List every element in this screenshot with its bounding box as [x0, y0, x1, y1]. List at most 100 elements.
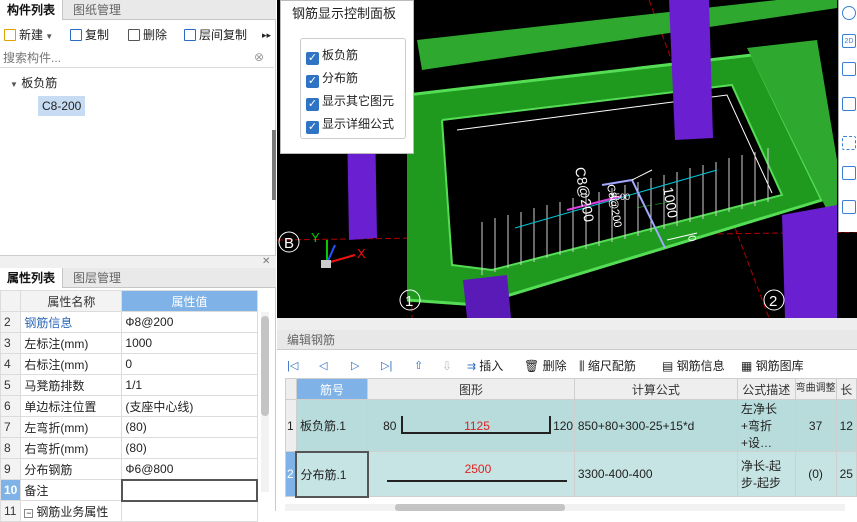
insert-label: 插入: [479, 359, 504, 373]
checkbox-show-other-elements[interactable]: ✓ 显示其它图元: [306, 93, 394, 111]
delete-button[interactable]: 删除: [128, 26, 167, 44]
orbit-icon[interactable]: [842, 6, 856, 20]
first-record-icon[interactable]: |◁: [287, 358, 298, 374]
bend-adjust-cell[interactable]: (0): [794, 451, 837, 497]
property-value[interactable]: Ф6@800: [121, 458, 258, 480]
property-scrollbar[interactable]: [261, 312, 269, 492]
search-input[interactable]: [0, 48, 240, 67]
formula-cell[interactable]: 850+80+300-25+15*d: [573, 399, 739, 452]
check-icon: ✓: [306, 98, 319, 111]
header-property-name: 属性名称: [20, 290, 123, 312]
shape-cell[interactable]: 80 1125 120: [367, 399, 575, 452]
move-up-icon[interactable]: ⇧: [414, 358, 423, 374]
property-group-name[interactable]: − 钢筋业务属性: [20, 500, 123, 522]
axis-x-label: X: [357, 246, 366, 261]
scroll-thumb[interactable]: [395, 504, 565, 511]
tab-layer-management[interactable]: 图层管理: [66, 268, 128, 288]
trash-icon: [128, 29, 140, 41]
scroll-thumb[interactable]: [261, 316, 269, 416]
chevron-down-icon: ▼: [10, 80, 18, 89]
property-row[interactable]: 3 左标注(mm) 1000: [0, 332, 258, 354]
move-down-icon[interactable]: ⇩: [442, 358, 452, 374]
3d-box-icon[interactable]: [842, 166, 856, 180]
tree-node-parent[interactable]: ▼ 板负筋: [10, 74, 57, 91]
property-tabbar: 属性列表 图层管理: [0, 268, 276, 288]
box-view-icon[interactable]: [842, 97, 856, 111]
property-row[interactable]: 8 右弯折(mm) (80): [0, 437, 258, 459]
length-cell: 12: [835, 399, 857, 452]
insert-button[interactable]: ⇉ 插入: [467, 358, 503, 374]
small-dim-label: 2500: [610, 192, 630, 202]
property-row[interactable]: 7 左弯折(mm) (80): [0, 416, 258, 438]
checkbox-distribution-rebar[interactable]: ✓ 分布筋: [306, 70, 358, 88]
property-row[interactable]: 5 马凳筋排数 1/1: [0, 374, 258, 396]
rebar-library-button[interactable]: ▦ 钢筋图库: [741, 358, 804, 374]
rebar-row-selected[interactable]: 2 分布筋.1 2500 3300-400-400 净长-起步-起步 (0) 2…: [285, 450, 857, 498]
tree-node-child[interactable]: C8-200: [38, 96, 86, 116]
row-num: 2: [0, 311, 22, 333]
property-value-input[interactable]: [120, 478, 259, 502]
property-value[interactable]: (80): [121, 437, 258, 459]
new-icon: [4, 29, 16, 41]
more-arrow-icon[interactable]: ▸▸: [262, 26, 271, 44]
shape-cell[interactable]: 2500: [367, 451, 575, 497]
delete-rebar-button[interactable]: 🗑︎ 删除: [524, 358, 567, 374]
previous-record-icon[interactable]: ◁: [319, 358, 327, 374]
tab-drawing-management[interactable]: 图纸管理: [66, 0, 128, 20]
tab-component-list[interactable]: 构件列表: [0, 0, 64, 20]
property-row-selected[interactable]: 10 备注: [0, 478, 259, 502]
formula-cell[interactable]: 3300-400-400: [573, 451, 739, 497]
property-name[interactable]: 钢筋信息: [20, 311, 123, 333]
property-row[interactable]: 11 − 钢筋业务属性: [0, 500, 258, 522]
checkbox-negative-rebar[interactable]: ✓ 板负筋: [306, 47, 358, 65]
view-toolbar: 2D: [838, 0, 857, 232]
bar-number-cell[interactable]: 板负筋.1: [295, 399, 369, 452]
new-button[interactable]: 新建 ▼: [4, 26, 53, 44]
select-region-icon[interactable]: [842, 136, 856, 150]
axis-1-label: 1: [405, 293, 413, 310]
formula-desc-cell: 左净长+弯折+设…: [737, 399, 796, 452]
rebar-horizontal-scrollbar[interactable]: [285, 504, 845, 511]
copy-button[interactable]: 复制: [70, 26, 109, 44]
splitter-handle[interactable]: [272, 130, 276, 200]
tab-property-list[interactable]: 属性列表: [0, 268, 64, 288]
clear-icon[interactable]: ⊗: [254, 50, 264, 64]
shape-drawing: [401, 415, 552, 434]
control-options-box: ✓ 板负筋 ✓ 分布筋 ✓ 显示其它图元 ✓ 显示详细公式: [300, 38, 406, 139]
last-record-icon[interactable]: ▷|: [381, 358, 392, 374]
floor-copy-button[interactable]: 层间复制: [184, 26, 247, 44]
property-row[interactable]: 9 分布钢筋 Ф6@800: [0, 458, 258, 480]
collapse-icon[interactable]: −: [24, 508, 34, 518]
property-row[interactable]: 6 单边标注位置 (支座中心线): [0, 395, 258, 417]
view-cube-icon[interactable]: [842, 62, 856, 76]
property-row[interactable]: 4 右标注(mm) 0: [0, 353, 258, 375]
property-value[interactable]: (80): [121, 416, 258, 438]
header-row-num: [285, 378, 297, 400]
next-record-icon[interactable]: ▷: [351, 358, 359, 374]
property-value[interactable]: 1/1: [121, 374, 258, 396]
component-list-panel: 构件列表 图纸管理 新建 ▼ 复制 删除 层间复制 ▸▸ ⊗ ▼ 板负筋 C8-…: [0, 0, 276, 522]
insert-icon: ⇉: [467, 361, 480, 373]
property-value[interactable]: 0: [121, 353, 258, 375]
rebar-info-button[interactable]: ▤ 钢筋信息: [662, 358, 725, 374]
scale-rebar-button[interactable]: ⫼ 缩尺配筋: [579, 358, 636, 374]
3d-viewport[interactable]: —— —— C8@200 C8@200 1000 0 2500 B 1 2 Y …: [277, 0, 857, 318]
property-value[interactable]: Ф8@200: [121, 311, 258, 333]
edit-rebar-panel: 编辑钢筋 |◁ ◁ ▷ ▷| ⇧ ⇩ ⇉ 插入 🗑︎ 删除 ⫼ 缩尺配筋 ▤ 钢…: [277, 318, 857, 511]
rebar-row[interactable]: 1 板负筋.1 80 1125 120 850+80+300-25+15*d 左…: [285, 399, 857, 452]
property-name: 马凳筋排数: [20, 374, 123, 396]
rebar-header-row: 筋号 图形 计算公式 公式描述 弯曲调整 长: [285, 378, 857, 400]
2d-view-icon[interactable]: 2D: [842, 34, 856, 48]
checkbox-label: 显示其它图元: [322, 94, 395, 108]
row-num: 8: [0, 437, 22, 459]
component-tabbar: 构件列表 图纸管理: [0, 0, 276, 20]
list-icon[interactable]: [842, 200, 856, 214]
property-value[interactable]: 1000: [121, 332, 258, 354]
checkbox-show-detailed-formula[interactable]: ✓ 显示详细公式: [306, 116, 394, 134]
close-icon[interactable]: ✕: [262, 256, 270, 267]
check-icon: ✓: [306, 121, 319, 134]
bend-adjust-cell[interactable]: 37: [794, 399, 837, 452]
bar-number-cell[interactable]: 分布筋.1: [295, 450, 369, 498]
property-row[interactable]: 2 钢筋信息 Ф8@200: [0, 311, 258, 333]
property-value[interactable]: (支座中心线): [121, 395, 258, 417]
